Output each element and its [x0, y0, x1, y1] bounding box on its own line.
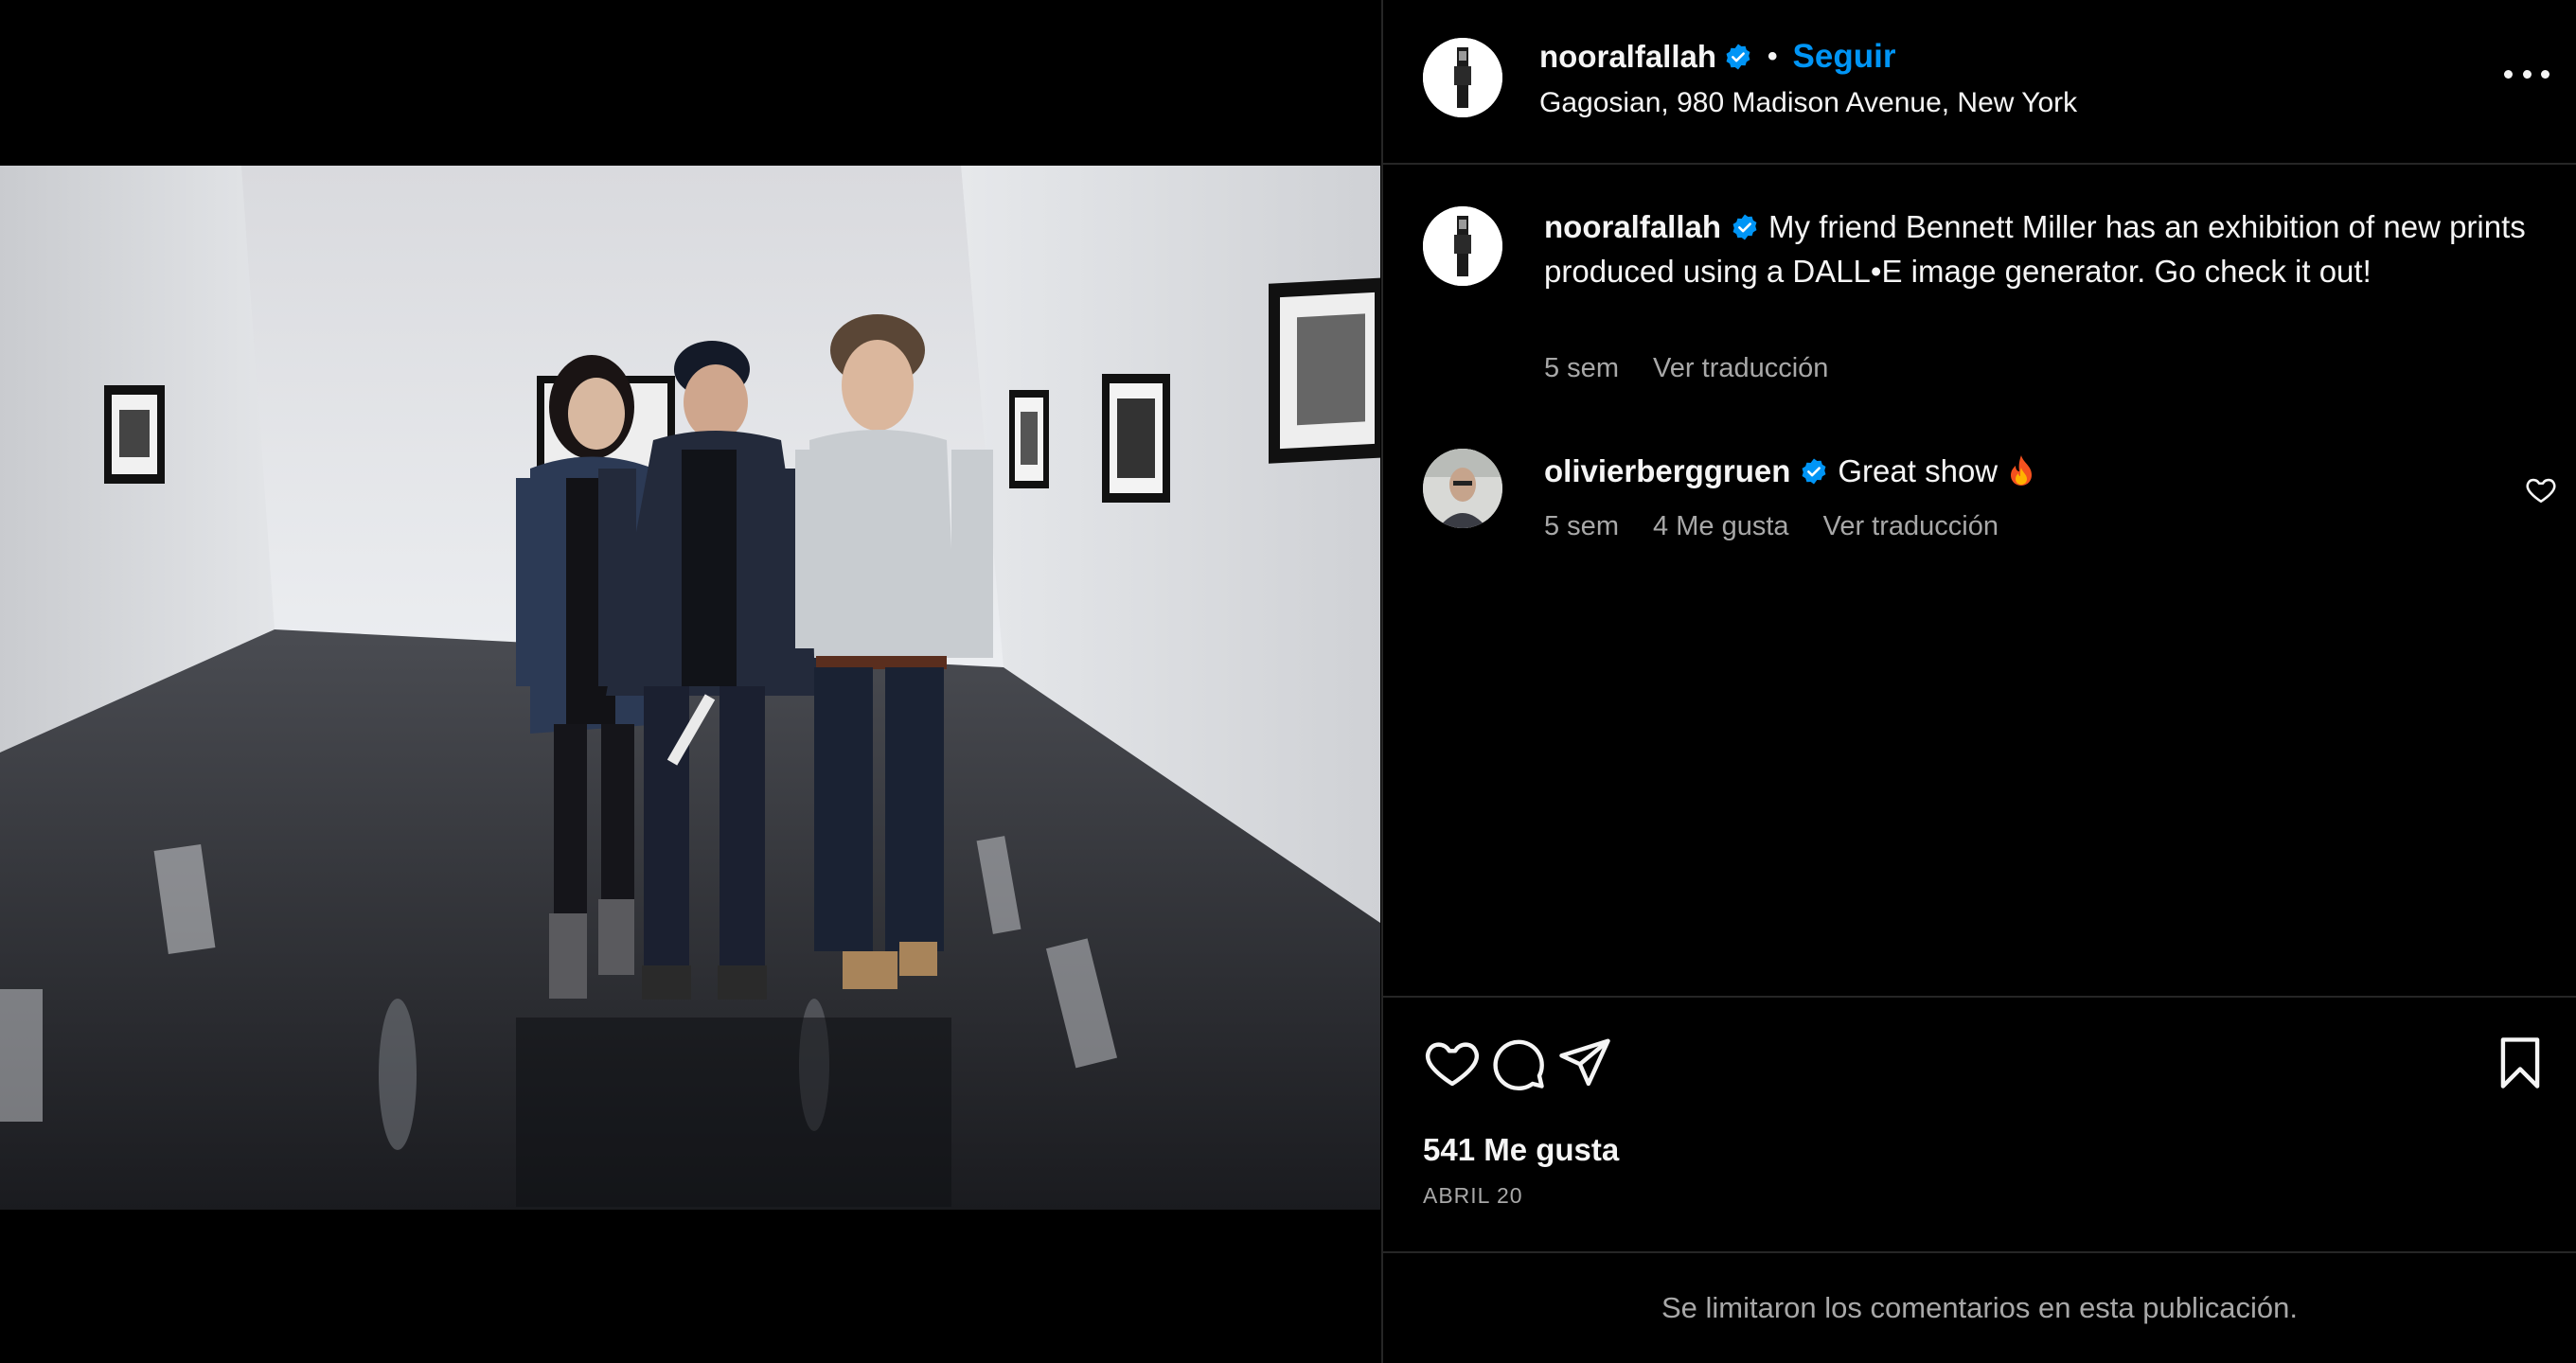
post-actions: 541 Me gusta ABRIL 20: [1383, 996, 2576, 1251]
post-date: ABRIL 20: [1423, 1183, 1523, 1208]
fire-emoji: [2009, 454, 2034, 487]
header-title-row: nooralfallah • Seguir: [1539, 36, 1895, 78]
author-username[interactable]: nooralfallah: [1539, 39, 1716, 75]
caption-time[interactable]: 5 sem: [1544, 353, 1619, 383]
post-photo[interactable]: [0, 166, 1380, 1210]
follow-button[interactable]: Seguir: [1793, 38, 1896, 76]
header-separator: •: [1768, 41, 1778, 72]
comment-heart-icon[interactable]: [2525, 473, 2557, 505]
comment-likes[interactable]: 4 Me gusta: [1653, 511, 1788, 541]
post-details-panel: nooralfallah • Seguir Gagosian, 980 Madi…: [1381, 0, 2576, 1363]
verified-badge-icon: [1724, 43, 1752, 71]
comment-text-block: olivierberggruen Great show: [1544, 449, 2034, 493]
comment-icon[interactable]: [1489, 1034, 1548, 1092]
comments-limited-footer: Se limitaron los comentarios en esta pub…: [1383, 1251, 2576, 1363]
comment-meta: 5 sem 4 Me gusta Ver traducción: [1544, 511, 2025, 542]
heart-icon[interactable]: [1423, 1034, 1482, 1092]
comments-limited-notice: Se limitaron los comentarios en esta pub…: [1661, 1291, 2298, 1324]
post-media: [0, 0, 1380, 1363]
commenter-avatar[interactable]: [1423, 449, 1502, 528]
verified-badge-icon: [1800, 457, 1828, 486]
bookmark-icon[interactable]: [2491, 1034, 2549, 1092]
comment-text: Great show: [1838, 453, 1999, 488]
caption-author-username[interactable]: nooralfallah: [1544, 209, 1721, 244]
post-header: nooralfallah • Seguir Gagosian, 980 Madi…: [1383, 0, 2576, 165]
comment-time[interactable]: 5 sem: [1544, 511, 1619, 541]
caption-translate-link[interactable]: Ver traducción: [1653, 353, 1828, 383]
likes-count[interactable]: 541 Me gusta: [1423, 1132, 1619, 1168]
caption-meta: 5 sem Ver traducción: [1544, 353, 1855, 384]
commenter-username[interactable]: olivierberggruen: [1544, 453, 1790, 488]
post-location[interactable]: Gagosian, 980 Madison Avenue, New York: [1539, 87, 2077, 119]
author-avatar[interactable]: [1423, 38, 1502, 117]
caption-author-avatar[interactable]: [1423, 206, 1502, 286]
verified-badge-icon: [1731, 213, 1759, 241]
more-options-icon[interactable]: [2504, 62, 2549, 85]
comment-translate-link[interactable]: Ver traducción: [1823, 511, 1999, 541]
comment-item: olivierberggruen Great show 5 sem 4 Me g…: [1383, 445, 2576, 549]
caption-text-block: nooralfallah My friend Bennett Miller ha…: [1544, 204, 2529, 293]
share-icon[interactable]: [1555, 1034, 1614, 1092]
